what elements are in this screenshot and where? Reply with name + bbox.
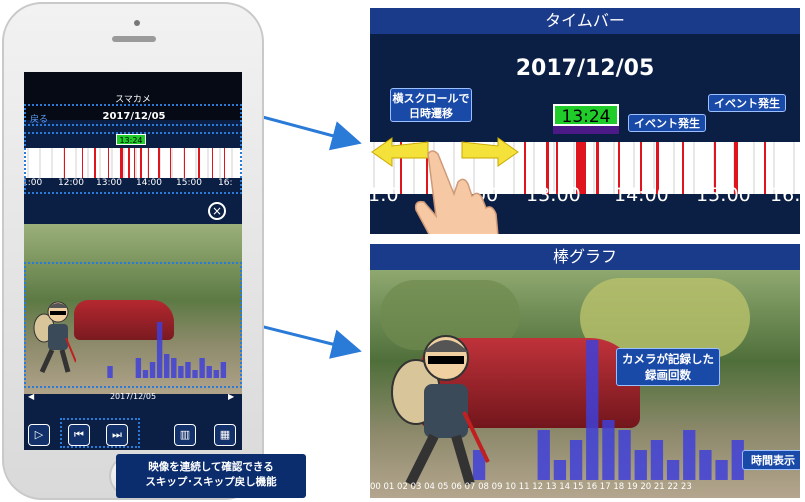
bar-14 [602,420,615,480]
chart-date: 2017/12/05 [109,392,157,401]
bar-13 [586,340,599,480]
swipe-arrow-left-icon [371,137,429,167]
bar-chart-icon: ▥ [179,428,191,441]
timebar-panel-title: タイムバー [370,8,800,34]
record-count-tip-line2: 録画回数 [645,368,691,382]
bar-19 [683,430,696,480]
scroll-tip-line1: 横スクロールで [392,92,470,105]
close-circle-icon[interactable]: × [208,202,226,220]
bar-16 [634,450,647,480]
bargraph-panel-title: 棒グラフ [370,244,800,270]
play-button[interactable]: ▷ [28,424,50,446]
event-label-2: イベント発生 [708,94,786,112]
timebar-panel: 2017/12/05 13:24 1:0 00 13:00 14:00 15:0… [370,34,800,234]
calendar-button[interactable]: ▦ [214,424,236,446]
scroll-tip: 横スクロールで 日時遷移 [390,88,472,122]
bar-18 [666,460,680,480]
swipe-gesture [371,137,519,234]
bar-17 [650,440,664,480]
hour-axis-labels: 00 01 02 03 04 05 06 07 08 09 10 11 12 1… [370,482,692,492]
play-icon: ▷ [34,428,44,441]
bar-12 [569,440,583,480]
highlight-chart [24,262,242,388]
phone-screen: スマカメ 戻る 2017/12/05 13:24 1:00 12:00 13:0… [24,72,242,450]
bar-chart-button[interactable]: ▥ [174,424,196,446]
record-count-tip: カメラが記録した 録画回数 [616,348,720,386]
timebar-panel-date: 2017/12/05 [515,56,655,81]
skip-callout: 映像を連続して確認できる スキップ･スキップ戻し機能 [116,454,306,498]
event-label-1: イベント発生 [628,114,706,132]
highlight-skip-buttons [60,418,140,448]
highlight-header [24,104,242,126]
speaker-grille [112,36,156,42]
scroll-tip-line2: 日時遷移 [409,107,453,120]
next-day-button[interactable]: ▶ [228,390,234,404]
highlight-timebar [24,132,242,194]
record-count-tip-line1: カメラが記録した [622,352,714,366]
bar-15 [618,430,631,480]
skip-callout-line2: スキップ･スキップ戻し機能 [145,476,277,488]
bar-10 [537,430,550,480]
skip-callout-line1: 映像を連続して確認できる [148,461,274,473]
front-camera [134,20,140,26]
time-label: 15:00 [696,184,751,206]
timebar-panel-now: 13:24 [553,104,619,127]
time-label: 16: [770,184,800,206]
thief-illustration-large [391,335,490,487]
time-display-tip: 時間表示 [742,450,800,470]
bar-11 [553,460,567,480]
time-label: 14:00 [614,184,669,206]
bargraph-panel: カメラが記録した 録画回数 時間表示 00 01 02 03 04 05 06 … [370,270,800,498]
calendar-icon: ▦ [219,428,231,441]
hand-icon [414,150,499,234]
swipe-arrow-right-icon [461,137,519,167]
bar-20 [699,450,712,480]
bar-21 [715,460,728,480]
